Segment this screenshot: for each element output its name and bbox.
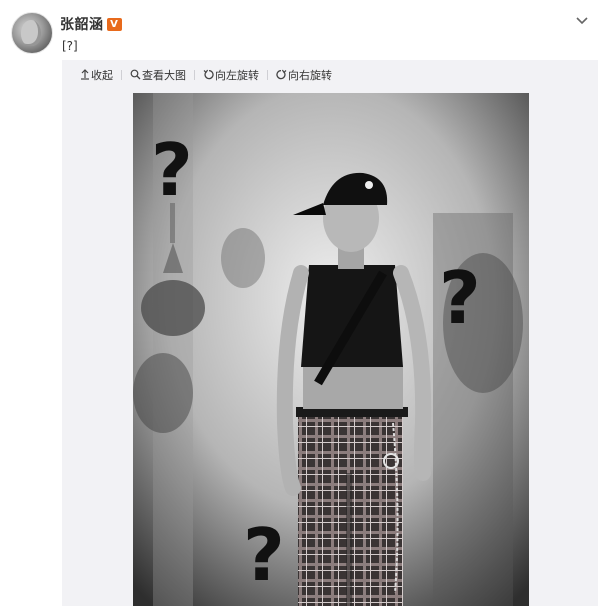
view-large-button[interactable]: 查看大图 xyxy=(130,67,186,83)
image-toolbar: 收起 查看大图 向左旋转 向右旋转 xyxy=(62,60,600,90)
chevron-down-icon[interactable] xyxy=(574,12,590,28)
weibo-post: 张韶涵 V [?] 收起 查看大图 向左旋转 向右旋转 ? ? ? xyxy=(0,0,600,606)
username[interactable]: 张韶涵 xyxy=(60,14,104,34)
post-header: 张韶涵 V xyxy=(60,14,122,34)
toolbar-divider xyxy=(121,70,122,80)
rotate-left-button[interactable]: 向左旋转 xyxy=(203,67,259,83)
verified-badge-icon: V xyxy=(106,17,122,31)
avatar[interactable] xyxy=(11,12,53,54)
rotate-right-icon xyxy=(276,69,287,81)
view-large-label: 查看大图 xyxy=(142,69,186,82)
toolbar-divider xyxy=(194,70,195,80)
rotate-right-label: 向右旋转 xyxy=(288,69,332,82)
collapse-up-icon xyxy=(79,69,90,81)
avatar-face xyxy=(21,20,41,46)
toolbar-divider xyxy=(267,70,268,80)
svg-text:?: ? xyxy=(151,128,193,212)
rotate-left-icon xyxy=(203,69,214,81)
collapse-button[interactable]: 收起 xyxy=(79,67,113,83)
post-text: [?] xyxy=(62,39,78,53)
rotate-right-button[interactable]: 向右旋转 xyxy=(276,67,332,83)
svg-text:?: ? xyxy=(243,513,285,597)
magnifier-icon xyxy=(130,69,141,81)
collapse-label: 收起 xyxy=(91,69,113,82)
media-panel: 收起 查看大图 向左旋转 向右旋转 ? ? ? xyxy=(62,60,598,606)
svg-text:?: ? xyxy=(439,256,481,340)
rotate-left-label: 向左旋转 xyxy=(215,69,259,82)
post-photo[interactable]: ? ? ? xyxy=(133,93,529,606)
photo-illustration: ? ? ? xyxy=(133,93,529,606)
